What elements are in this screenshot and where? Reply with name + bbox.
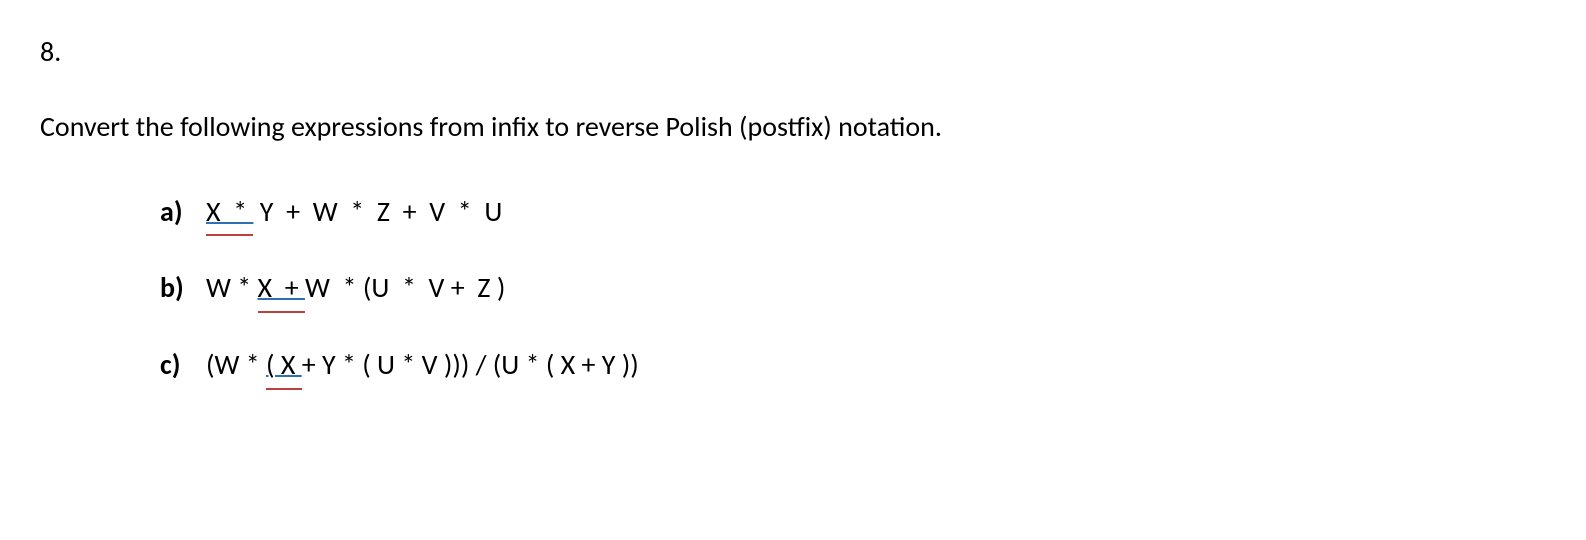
subquestion-b: b) W * X + W * (U * V + Z ) <box>160 266 1546 313</box>
question-page: 8. Convert the following expressions fro… <box>0 0 1586 450</box>
proof-mark-b: X + <box>258 266 305 313</box>
sub-label-a: a) <box>160 190 206 237</box>
subquestion-list: a) X * Y + W * Z + V * U b) W * X + W * … <box>40 190 1546 390</box>
proof-mark-a: X * <box>206 190 253 237</box>
sub-label-c: c) <box>160 343 206 390</box>
expr-c-pre: (W * <box>206 347 266 382</box>
subquestion-c: c) (W * ( X + Y * ( U * V ))) / (U * ( X… <box>160 343 1546 390</box>
expr-b-pre: W * <box>206 270 258 305</box>
proof-mark-c: ( X <box>266 343 302 390</box>
expr-c-post: + Y * ( U * V ))) / (U * ( X + Y )) <box>302 347 639 382</box>
expr-a-post: Y + W * Z + V * U <box>253 194 502 229</box>
sub-expression-c: (W * ( X + Y * ( U * V ))) / (U * ( X + … <box>206 343 639 390</box>
sub-expression-b: W * X + W * (U * V + Z ) <box>206 266 505 313</box>
question-number: 8. <box>40 30 1546 75</box>
expr-b-post: W * (U * V + Z ) <box>305 270 505 305</box>
subquestion-a: a) X * Y + W * Z + V * U <box>160 190 1546 237</box>
sub-expression-a: X * Y + W * Z + V * U <box>206 190 502 237</box>
sub-label-b: b) <box>160 266 206 313</box>
question-prompt: Convert the following expressions from i… <box>40 105 1546 150</box>
